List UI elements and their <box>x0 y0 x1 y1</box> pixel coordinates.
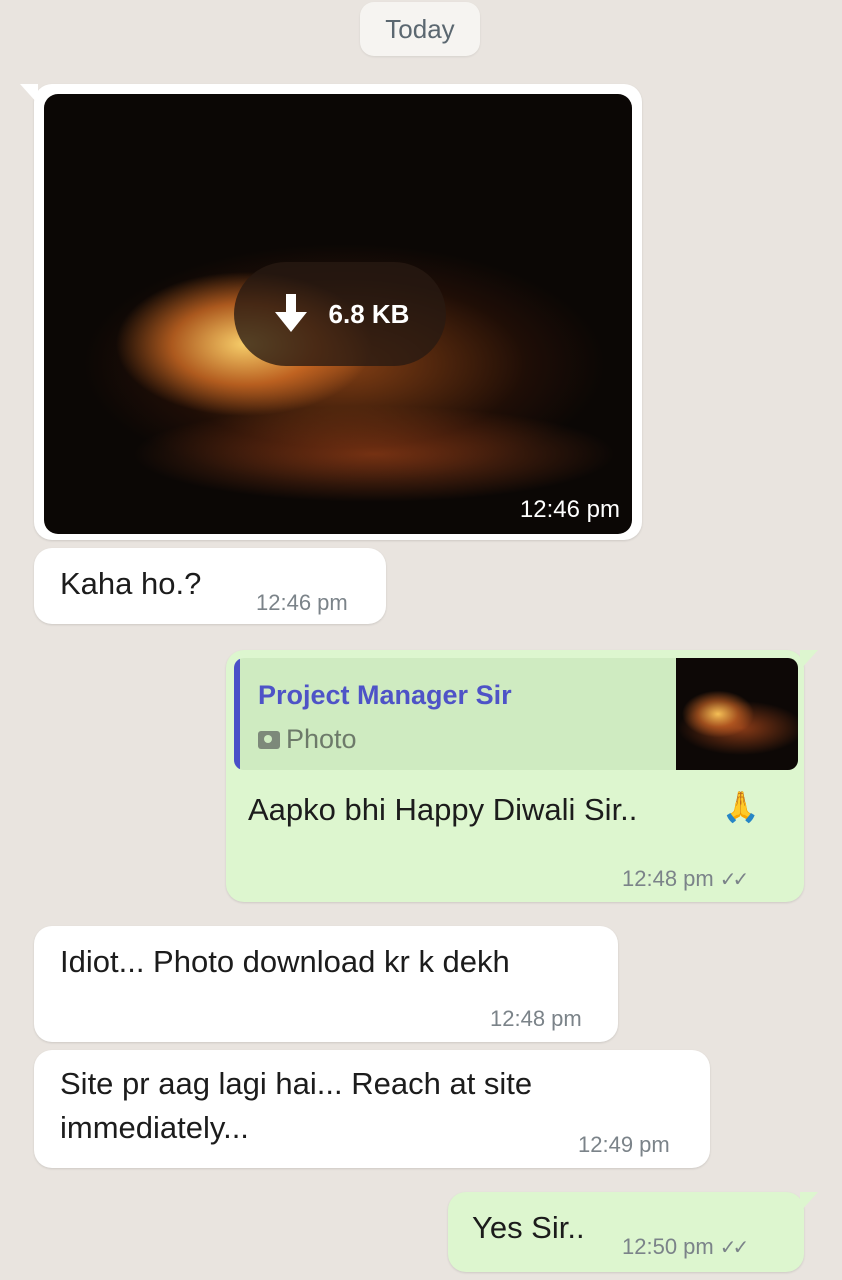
message-text-line-2: immediately... <box>60 1110 249 1145</box>
message-time-row: 12:50 pm ✓✓ <box>622 1234 749 1260</box>
message-time: 12:49 pm <box>578 1132 670 1157</box>
message-text: Aapko bhi Happy Diwali Sir.. <box>248 792 638 827</box>
download-icon <box>274 294 307 332</box>
download-button[interactable]: 6.8 KB <box>234 262 446 366</box>
read-ticks-icon: ✓✓ <box>719 869 749 891</box>
incoming-photo-message[interactable]: 6.8 KB 12:46 pm <box>20 84 642 540</box>
message-text: Kaha ho.? <box>60 566 202 601</box>
quoted-type: Photo <box>258 724 357 755</box>
quoted-sender: Project Manager Sir <box>258 680 512 710</box>
message-time-row: 12:48 pm ✓✓ <box>622 866 749 892</box>
quoted-message[interactable]: Project Manager Sir Photo <box>234 658 798 770</box>
message-text-line-1: Site pr aag lagi hai... Reach at site <box>60 1066 533 1101</box>
photo-icon <box>258 730 280 749</box>
message-time: 12:50 pm <box>622 1234 714 1259</box>
read-ticks-icon: ✓✓ <box>719 1237 749 1259</box>
incoming-message[interactable]: Site pr aag lagi hai... Reach at site im… <box>34 1050 710 1168</box>
message-time: 12:46 pm <box>519 496 620 523</box>
message-time: 12:48 pm <box>622 866 714 891</box>
quoted-thumbnail <box>676 658 798 770</box>
message-text: Yes Sir.. <box>472 1210 585 1245</box>
quote-bar <box>234 658 240 770</box>
outgoing-reply-message[interactable]: Project Manager Sir Photo Aapko bhi Happ… <box>226 650 818 902</box>
date-chip: Today <box>360 2 480 56</box>
incoming-message[interactable]: Idiot... Photo download kr k dekh 12:48 … <box>34 926 618 1042</box>
message-time: 12:48 pm <box>490 1006 582 1031</box>
quoted-type-label: Photo <box>286 724 357 754</box>
outgoing-message[interactable]: Yes Sir.. 12:50 pm ✓✓ <box>448 1192 818 1272</box>
message-time: 12:46 pm <box>256 590 348 615</box>
folded-hands-emoji: 🙏 <box>722 791 760 824</box>
photo-preview[interactable]: 6.8 KB 12:46 pm <box>44 94 632 534</box>
incoming-message[interactable]: Kaha ho.? 12:46 pm <box>34 548 386 624</box>
download-size: 6.8 KB <box>328 298 410 329</box>
message-text: Idiot... Photo download kr k dekh <box>60 944 510 979</box>
